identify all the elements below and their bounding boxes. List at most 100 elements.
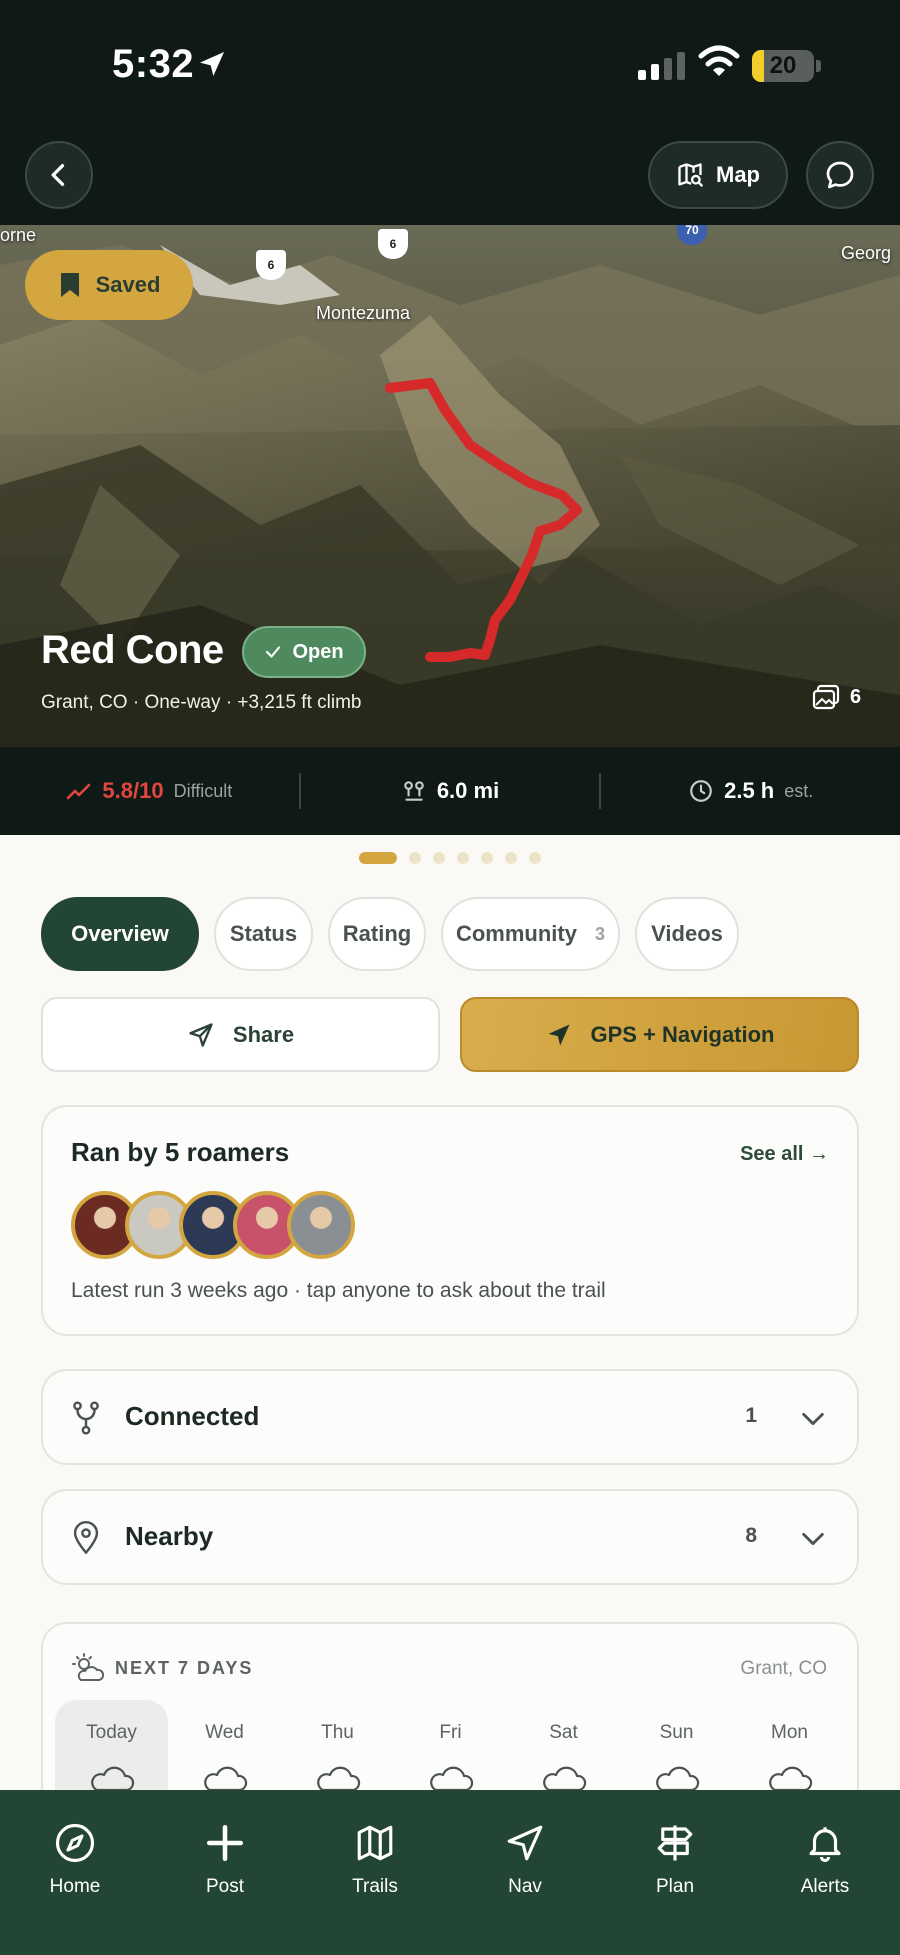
nearby-label: Nearby	[125, 1521, 214, 1551]
trend-up-icon	[67, 783, 91, 800]
tab-status[interactable]: Status	[214, 897, 313, 971]
battery-level: 20	[769, 52, 797, 79]
nav-label: Nav	[508, 1876, 542, 1897]
location-arrow-icon	[200, 52, 224, 76]
highway-shield: 6	[256, 250, 286, 280]
carousel-dot[interactable]	[457, 852, 469, 864]
chevron-left-icon	[51, 164, 65, 186]
share-label: Share	[232, 1021, 295, 1047]
map-place-label: Montezuma	[316, 303, 411, 323]
tab-rating[interactable]: Rating	[328, 897, 426, 971]
community-count: 3	[594, 923, 605, 944]
roamer-avatars	[71, 1191, 355, 1259]
forecast-day-label: Wed	[205, 1722, 244, 1743]
map-button-label: Map	[716, 162, 760, 187]
roamer-avatar[interactable]	[287, 1191, 355, 1259]
carousel-dot[interactable]	[481, 852, 493, 864]
bottom-navigation: Home Post Trails Nav Plan Alerts	[0, 1790, 900, 1955]
nearby-accordion[interactable]: Nearby 8	[41, 1489, 859, 1585]
route-pins-icon	[404, 781, 424, 801]
weather-heading: NEXT 7 DAYS	[115, 1658, 254, 1678]
connected-accordion[interactable]: Connected 1	[41, 1369, 859, 1465]
photos-icon	[812, 684, 840, 710]
saved-button[interactable]: Saved	[25, 250, 193, 320]
plus-icon	[206, 1824, 244, 1862]
forecast-day-label: Mon	[771, 1722, 808, 1743]
share-button[interactable]: Share	[41, 997, 440, 1072]
map-search-icon	[678, 163, 703, 187]
nav-trails[interactable]: Trails	[300, 1790, 450, 1955]
carousel-dot[interactable]	[505, 852, 517, 864]
tab-community[interactable]: Community 3	[441, 897, 620, 971]
forecast-day-label: Fri	[439, 1722, 462, 1743]
chevron-down-icon	[802, 1532, 824, 1546]
difficulty-stat: 5.8/10 Difficult	[0, 778, 299, 804]
nav-label: Plan	[655, 1876, 695, 1897]
duration-value: 2.5 h	[724, 778, 775, 803]
weather-location: Grant, CO	[740, 1658, 827, 1679]
nav-alerts[interactable]: Alerts	[750, 1790, 900, 1955]
nav-label: Alerts	[800, 1876, 850, 1897]
send-icon	[189, 1022, 213, 1047]
wifi-icon	[698, 45, 740, 76]
forecast-day-label: Sat	[549, 1722, 578, 1743]
signal-icon	[638, 50, 685, 80]
nav-label: Trails	[352, 1876, 398, 1897]
clock-icon	[690, 780, 712, 802]
photo-count: 6	[850, 685, 862, 708]
forecast-day-label: Sun	[659, 1722, 694, 1743]
nav-nav[interactable]: Nav	[450, 1790, 600, 1955]
gps-navigation-button[interactable]: GPS + Navigation	[460, 997, 859, 1072]
nav-label: Home	[49, 1876, 101, 1897]
see-all-link[interactable]: See all →	[740, 1143, 829, 1166]
difficulty-value: 5.8/10	[102, 778, 164, 803]
navigation-icon	[507, 1825, 543, 1861]
connected-count: 1	[745, 1404, 757, 1427]
carousel-dot[interactable]	[409, 852, 421, 864]
chevron-down-icon	[802, 1412, 824, 1426]
bell-icon	[809, 1827, 841, 1863]
map-icon	[357, 1825, 393, 1861]
gps-label: GPS + Navigation	[590, 1021, 775, 1047]
distance-value: 6.0 mi	[436, 778, 500, 803]
check-icon	[266, 646, 281, 658]
nav-home[interactable]: Home	[0, 1790, 150, 1955]
saved-label: Saved	[95, 272, 161, 297]
connected-label: Connected	[125, 1401, 260, 1431]
forecast-day-label: Thu	[321, 1722, 354, 1743]
status-time: 5:32	[112, 42, 195, 86]
roamers-title: Ran by 5 roamers	[71, 1137, 290, 1167]
nav-plan[interactable]: Plan	[600, 1790, 750, 1955]
tab-videos[interactable]: Videos	[635, 897, 739, 971]
tab-overview[interactable]: Overview	[41, 897, 199, 971]
difficulty-label: Difficult	[173, 780, 233, 801]
carousel-dot[interactable]	[359, 852, 397, 864]
map-place-label: orne	[0, 225, 37, 245]
duration-stat: 2.5 h est.	[601, 778, 900, 804]
trail-subtitle: Grant, CO · One-way · +3,215 ft climb	[41, 692, 362, 713]
status-badge: Open	[242, 626, 366, 678]
back-button[interactable]	[25, 141, 93, 209]
map-button[interactable]: Map	[648, 141, 788, 209]
distance-stat: 6.0 mi	[301, 778, 600, 804]
nav-post[interactable]: Post	[150, 1790, 300, 1955]
partly-cloudy-icon	[72, 1653, 105, 1681]
chat-button[interactable]	[806, 141, 874, 209]
photo-gallery-button[interactable]: 6	[812, 684, 861, 710]
map-pin-icon	[73, 1521, 99, 1555]
navigation-arrow-icon	[548, 1024, 569, 1045]
section-tabs: Overview Status Rating Community 3 Videos	[41, 897, 739, 971]
map-place-label: Georg	[841, 243, 892, 263]
carousel-dot[interactable]	[529, 852, 541, 864]
compass-icon	[55, 1823, 95, 1863]
roamers-note: Latest run 3 weeks ago · tap anyone to a…	[71, 1279, 606, 1302]
carousel-dot[interactable]	[433, 852, 445, 864]
trail-stats-bar: 5.8/10 Difficult 6.0 mi 2.5 h est.	[0, 747, 900, 835]
forecast-day-label: Today	[86, 1722, 137, 1743]
chat-bubble-icon	[826, 161, 854, 189]
carousel-indicator[interactable]	[0, 852, 900, 864]
fork-icon	[73, 1401, 99, 1435]
highway-shield: 6	[378, 229, 408, 259]
duration-suffix: est.	[784, 780, 814, 801]
battery-icon: 20	[752, 50, 814, 82]
